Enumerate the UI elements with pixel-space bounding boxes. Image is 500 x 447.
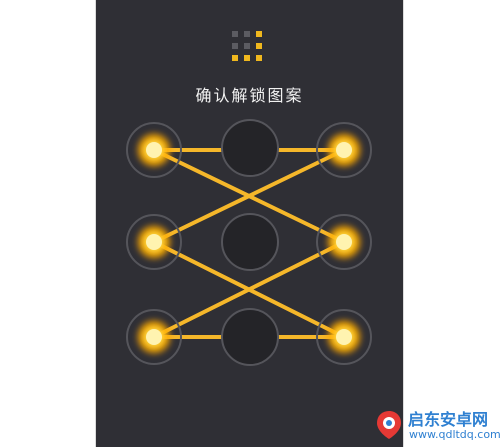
pattern-preview-cell (256, 43, 262, 49)
pattern-node-4[interactable] (126, 214, 182, 270)
pattern-preview-cell (256, 31, 262, 37)
watermark-url: www.qdltdq.com (409, 428, 500, 441)
pattern-node-8[interactable] (221, 308, 279, 366)
pattern-node-core (146, 234, 162, 250)
site-logo-icon (377, 411, 401, 439)
pattern-preview-cell (232, 55, 238, 61)
watermark-title: 启东安卓网 (408, 410, 489, 429)
pattern-node-core (146, 329, 162, 345)
pattern-node-ring (221, 213, 279, 271)
screenshot-canvas: 确认解锁图案 启东安卓网 www.qdltdq.com (0, 0, 500, 447)
pattern-preview-grid (232, 31, 266, 65)
confirm-pattern-prompt: 确认解锁图案 (195, 86, 304, 105)
pattern-node-1[interactable] (126, 122, 182, 178)
pattern-preview-cell (244, 43, 250, 49)
site-watermark: 启东安卓网 www.qdltdq.com (372, 404, 500, 447)
pattern-preview-cell (232, 31, 238, 37)
pattern-node-7[interactable] (126, 309, 182, 365)
pattern-preview-cell (256, 55, 262, 61)
pattern-preview-cell (232, 43, 238, 49)
pattern-node-2[interactable] (221, 119, 279, 177)
pattern-preview-cell (244, 31, 250, 37)
pattern-node-ring (221, 308, 279, 366)
pattern-node-9[interactable] (316, 309, 372, 365)
pattern-node-core (336, 142, 352, 158)
pattern-node-core (336, 329, 352, 345)
pattern-node-ring (221, 119, 279, 177)
pattern-node-core (336, 234, 352, 250)
pattern-preview-cell (244, 55, 250, 61)
pattern-node-3[interactable] (316, 122, 372, 178)
pattern-node-6[interactable] (316, 214, 372, 270)
pattern-node-5[interactable] (221, 213, 279, 271)
pattern-node-core (146, 142, 162, 158)
